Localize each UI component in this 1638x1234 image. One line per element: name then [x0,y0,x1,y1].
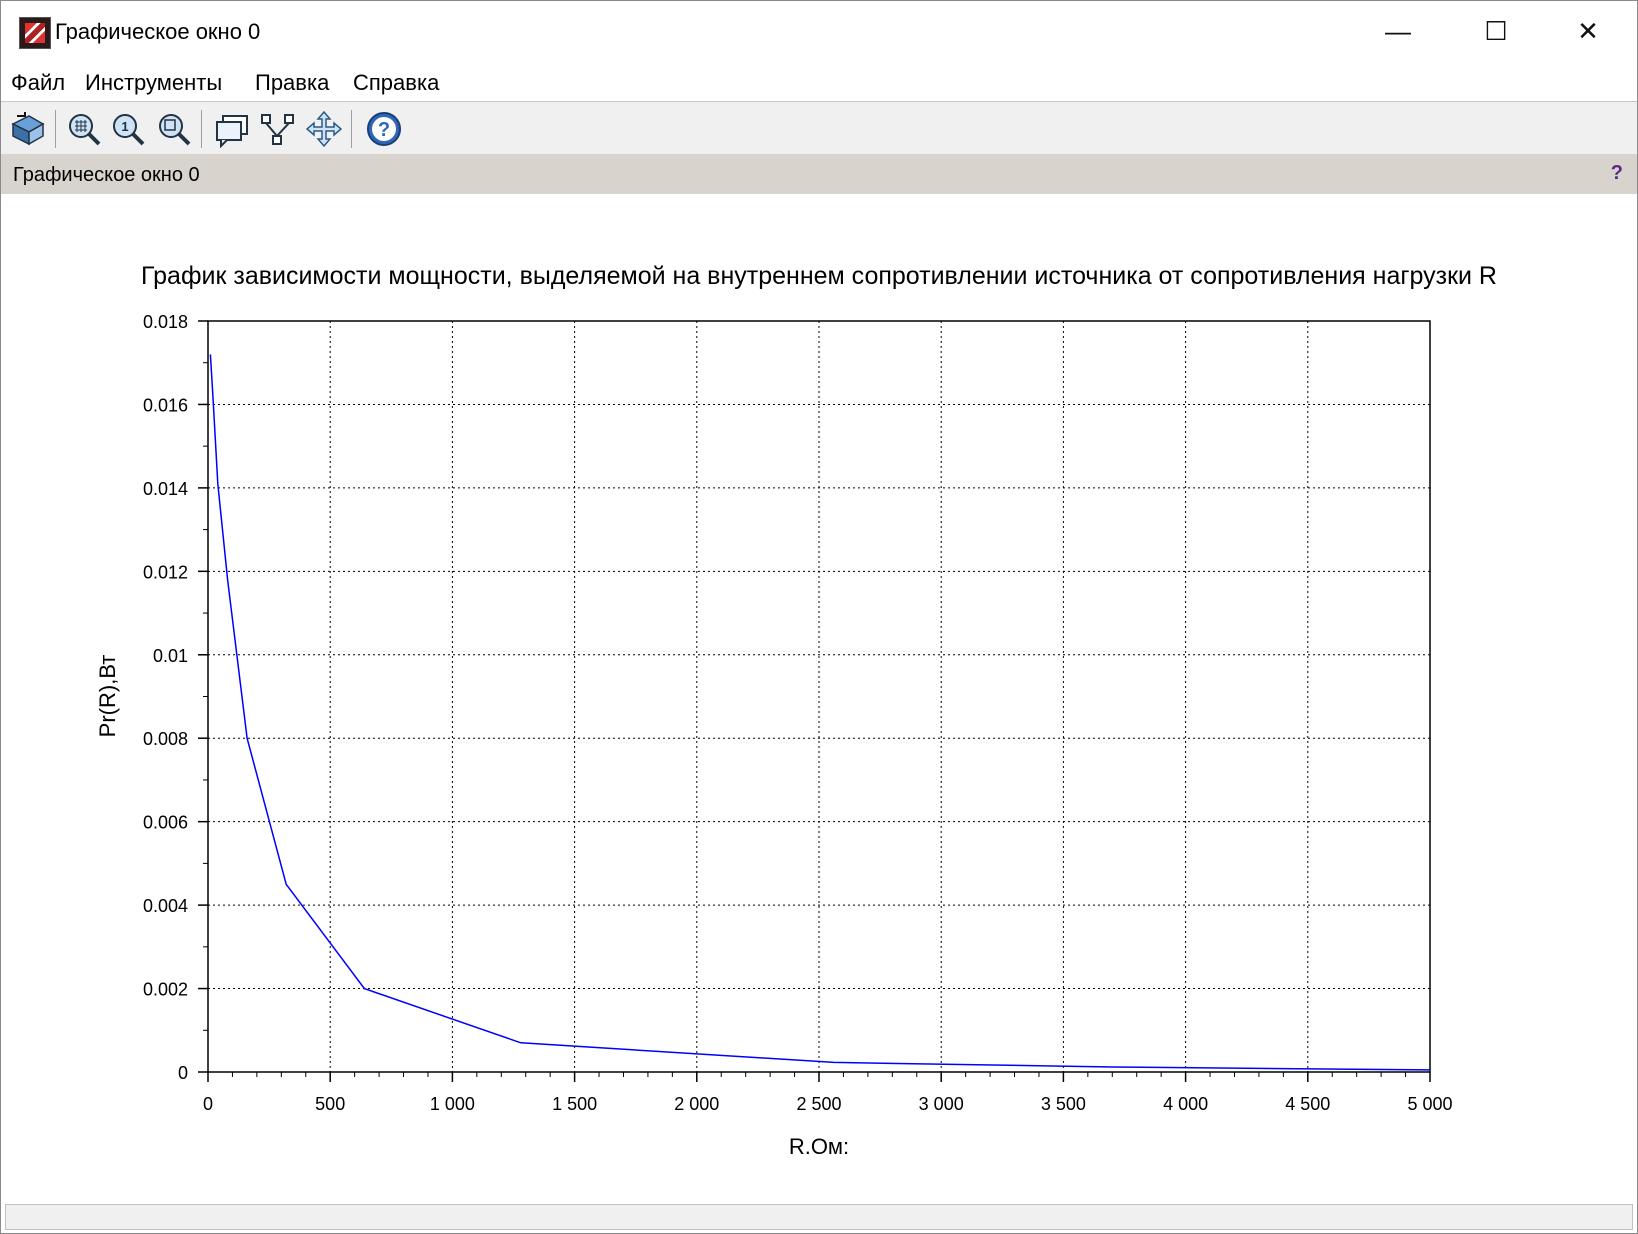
status-bar [5,1204,1633,1230]
y-tick-label: 0.01 [153,646,188,666]
x-axis-label: R.Ом: [789,1134,849,1159]
zoom-area-icon [159,114,191,146]
y-tick-label: 0.008 [143,729,188,749]
series-line [209,354,1431,1071]
menu-tools[interactable]: Инструменты [85,70,222,96]
y-tick-label: 0.002 [143,980,188,1000]
y-tick-label: 0.016 [143,395,188,415]
x-tick-label: 500 [315,1094,345,1114]
y-tick-label: 0.004 [143,896,188,916]
plot-area[interactable]: 0 500 1 000 1 500 2 000 2 500 3 000 3 500 4 000 4… [1,194,1637,1204]
datatip-mode-icon [261,114,294,145]
x-tick-label: 1 000 [430,1094,475,1114]
zoom-area-button[interactable] [155,110,193,148]
menu-bar: Файл Инструменты Правка Справка [1,61,1637,102]
series-lines [209,354,1431,1071]
x-tick-label: 2 500 [796,1094,841,1114]
y-tick-label: 0.014 [143,479,188,499]
toolbar: 1 ? [1,102,1637,154]
zoom-original-icon: 1 [113,114,145,146]
graphic-window: Графическое окно 0 — ☐ ✕ Файл Инструмент… [0,0,1638,1234]
question-icon[interactable]: ? [1611,162,1623,185]
rotate-icon [11,112,45,146]
x-tick-label: 4 500 [1285,1094,1330,1114]
y-tick-label: 0.012 [143,562,188,582]
document-title: Графическое окно 0 [13,164,200,186]
close-button[interactable]: ✕ [1543,7,1633,55]
menu-edit[interactable]: Правка [255,70,329,96]
window-title: Графическое окно 0 [55,19,261,44]
x-tick-label: 1 500 [552,1094,597,1114]
minimize-icon: — [1385,15,1411,46]
close-icon: ✕ [1577,15,1599,46]
scilab-app-icon [19,17,51,49]
menu-help[interactable]: Справка [353,70,439,96]
y-tick-label: 0.006 [143,813,188,833]
zoom-in-button[interactable] [65,110,103,148]
svg-text:1: 1 [121,119,128,134]
x-tick-label: 4 000 [1163,1094,1208,1114]
datatip-button[interactable] [213,110,251,149]
title-bar[interactable]: Графическое окно 0 — ☐ ✕ [1,1,1637,61]
datatip-icon [216,115,248,149]
x-tick-label: 3 500 [1041,1094,1086,1114]
x-tick-label: 2 000 [674,1094,719,1114]
chart-svg[interactable]: 0 500 1 000 1 500 2 000 2 500 3 000 3 500 4 000 4… [1,194,1637,1204]
chart-title: График зависимости мощности, выделяемой … [141,262,1497,290]
zoom-in-icon [69,114,101,146]
x-tick-label: 3 000 [919,1094,964,1114]
toolbar-separator [55,110,56,148]
maximize-button[interactable]: ☐ [1451,7,1541,55]
y-axis-label: Pr(R),Вт [95,655,120,738]
help-icon: ? [367,112,401,146]
svg-text:?: ? [378,119,390,141]
maximize-icon: ☐ [1484,15,1508,46]
help-button[interactable]: ? [365,110,403,148]
pan-button[interactable] [305,110,343,148]
menu-file[interactable]: Файл [11,70,65,96]
minimize-button[interactable]: — [1353,7,1443,55]
toolbar-separator [351,110,352,148]
datatip-mode-button[interactable] [259,110,297,148]
rotate-button[interactable] [9,110,47,148]
toolbar-separator [201,110,202,148]
x-tick-label: 5 000 [1407,1094,1452,1114]
x-tick-label: 0 [203,1094,213,1114]
axis-ticks: 0 500 1 000 1 500 2 000 2 500 3 000 3 500 4 000 4… [143,312,1453,1114]
y-tick-label: 0.018 [143,312,188,332]
zoom-original-button[interactable]: 1 [109,110,147,148]
grid-lines [208,321,1430,1072]
y-tick-label: 0 [178,1063,188,1083]
pan-icon [305,110,343,148]
document-bar: Графическое окно 0 ? [1,154,1637,194]
